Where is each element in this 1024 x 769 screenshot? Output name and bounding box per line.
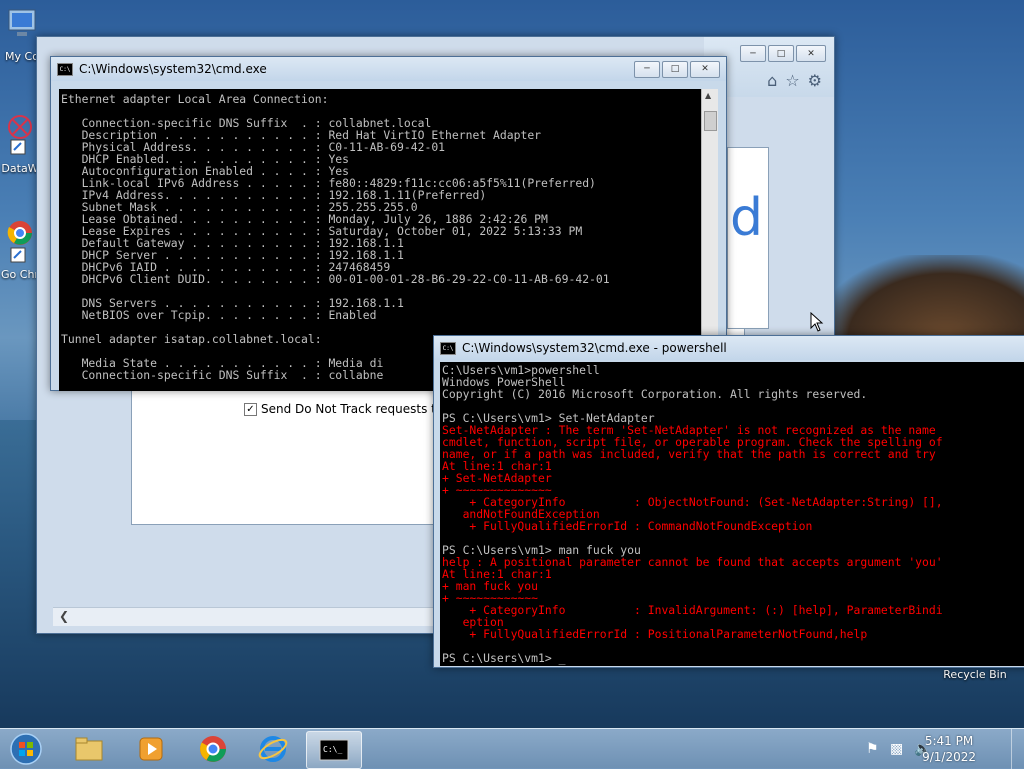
mouse-cursor-icon (810, 312, 824, 332)
scroll-left-icon[interactable]: ❮ (59, 609, 69, 623)
ie-fragment-text: d (730, 188, 764, 248)
desktop-icon-recycle-bin[interactable]: Recycle Bin (940, 668, 1010, 681)
minimize-button[interactable]: ─ (634, 60, 660, 78)
console-line: + CategoryInfo : InvalidArgument: (:) [h… (442, 603, 943, 617)
taskbar-explorer[interactable] (62, 731, 116, 767)
action-center-flag-icon[interactable]: ⚑ (866, 741, 879, 757)
desktop-icon-google-chrome[interactable]: Go Chr (0, 218, 40, 281)
ie-horizontal-scrollbar[interactable]: ❮ (53, 607, 433, 626)
taskbar-media-player[interactable] (124, 731, 178, 767)
chrome-icon (7, 221, 32, 263)
windows-start-orb-icon (10, 733, 42, 765)
cmd2-console[interactable]: C:\Users\vm1>powershell Windows PowerShel… (440, 362, 1024, 666)
maximize-button[interactable]: □ (662, 60, 688, 78)
cmd1-caption-buttons: ─ □ ✕ (634, 60, 720, 78)
clock-date: 9/1/2022 (922, 750, 976, 764)
console-line: Copyright (C) 2016 Microsoft Corporation… (442, 387, 868, 401)
ie-side-panel: d (727, 147, 769, 329)
cmd1-titlebar[interactable]: C:\ C:\Windows\system32\cmd.exe ─ □ ✕ (51, 57, 726, 81)
desktop-icon-datawrapper[interactable]: DataW (0, 112, 40, 175)
chrome-icon (200, 736, 226, 762)
taskbar: C:\_ ⚑ ▩ 🔈 5:41 PM 9/1/2022 (0, 728, 1024, 769)
console-line: PS C:\Users\vm1> _ (442, 651, 566, 665)
internet-explorer-icon (258, 736, 288, 762)
window-title: C:\Windows\system32\cmd.exe (79, 62, 267, 76)
taskbar-cmd[interactable]: C:\_ (306, 731, 362, 769)
computer-icon (8, 9, 36, 36)
desktop-icon-label: Recycle Bin (943, 668, 1007, 681)
maximize-button[interactable]: □ (768, 45, 794, 62)
console-line: + FullyQualifiedErrorId : CommandNotFoun… (442, 519, 813, 533)
console-line: NetBIOS over Tcpip. . . . . . . . : Enab… (61, 308, 377, 322)
close-button[interactable]: ✕ (796, 45, 826, 62)
network-icon[interactable]: ▩ (890, 741, 903, 757)
desktop-icon-label: DataW (1, 162, 39, 175)
dnt-checkbox[interactable]: ✓ (244, 402, 257, 416)
datawrapper-icon (8, 115, 32, 155)
cmd2-titlebar[interactable]: C:\ C:\Windows\system32\cmd.exe - powers… (434, 336, 1024, 360)
favorites-star-icon[interactable]: ☆ (785, 71, 799, 90)
desktop-icon-label: Go Chr (1, 268, 39, 281)
taskbar-chrome[interactable] (186, 731, 240, 767)
media-player-icon (139, 737, 163, 761)
start-button[interactable] (0, 731, 52, 767)
cmd-icon: C:\_ (319, 739, 349, 761)
console-line: Ethernet adapter Local Area Connection: (61, 92, 329, 106)
clock-time: 5:41 PM (924, 734, 974, 748)
cmd-icon: C:\ (440, 341, 456, 355)
show-desktop-button[interactable] (1011, 729, 1024, 769)
cmd-icon: C:\ (57, 62, 73, 76)
console-line: + FullyQualifiedErrorId : PositionalPara… (442, 627, 868, 641)
ie-toolbar-icons: ⌂ ☆ ⚙ (767, 71, 822, 90)
window-title: C:\Windows\system32\cmd.exe - powershell (462, 341, 727, 355)
console-line: DHCPv6 Client DUID. . . . . . . . : 00-0… (61, 272, 610, 286)
minimize-button[interactable]: ─ (740, 45, 766, 62)
desktop-icon-label: My Co (5, 50, 39, 63)
cmd-window-powershell[interactable]: C:\ C:\Windows\system32\cmd.exe - powers… (433, 335, 1024, 668)
ie-caption-buttons: ─ □ ✕ (740, 45, 826, 62)
scroll-up-icon[interactable]: ▲ (705, 91, 711, 100)
scrollbar-thumb[interactable] (704, 111, 717, 131)
dnt-option[interactable]: ✓ Send Do Not Track requests to tel (244, 402, 462, 416)
tools-gear-icon[interactable]: ⚙ (808, 71, 822, 90)
folder-icon (75, 737, 103, 761)
svg-text:C:\_: C:\_ (323, 745, 342, 754)
system-clock[interactable]: 5:41 PM 9/1/2022 (922, 733, 976, 765)
home-icon[interactable]: ⌂ (767, 71, 777, 90)
close-button[interactable]: ✕ (690, 60, 720, 78)
taskbar-internet-explorer[interactable] (246, 731, 300, 767)
